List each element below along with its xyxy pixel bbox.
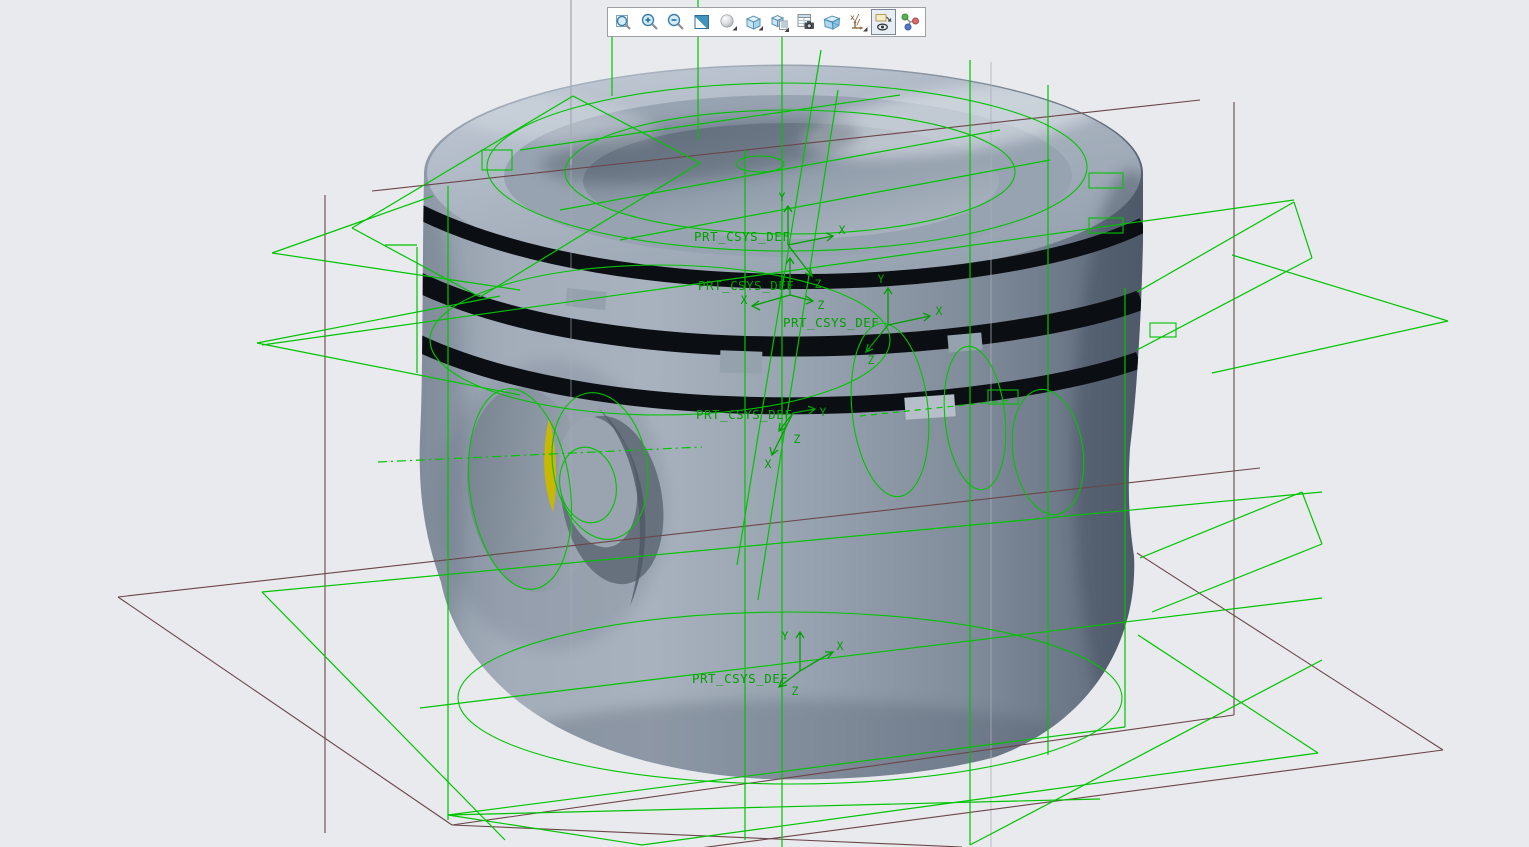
axis-letter-y: Y bbox=[782, 629, 789, 643]
zoom-out-icon bbox=[665, 11, 687, 33]
view-manager-icon bbox=[769, 11, 791, 33]
axis-letter-z: Z bbox=[815, 277, 822, 291]
perspective-view-icon bbox=[821, 11, 843, 33]
annotation-display-button[interactable] bbox=[871, 9, 896, 35]
axis-letter-x: X bbox=[839, 223, 846, 237]
axis-letter-z: Z bbox=[868, 353, 875, 367]
datum-display-filters-icon: x/ / bbox=[847, 11, 869, 33]
zoom-refit-button[interactable] bbox=[611, 9, 636, 35]
spin-center-button[interactable] bbox=[897, 9, 922, 35]
cad-graphics-area: { "app": { "name": "3D CAD graphics view… bbox=[0, 0, 1529, 847]
csys-label: PRT_CSYS_DEF bbox=[696, 407, 792, 422]
viewport-3d[interactable]: PRT_CSYS_DEF PRT_CSYS_DEF PRT_CSYS_DEF P… bbox=[0, 0, 1529, 847]
zoom-out-button[interactable] bbox=[663, 9, 688, 35]
graphics-toolbar: x/ / bbox=[607, 7, 926, 37]
spin-center-icon bbox=[899, 11, 921, 33]
zoom-in-icon bbox=[639, 11, 661, 33]
axis-letter-z: Z bbox=[792, 684, 799, 698]
csys-label: PRT_CSYS_DEF bbox=[694, 229, 790, 244]
saved-views-icon bbox=[743, 11, 765, 33]
axis-letter-x: X bbox=[765, 457, 772, 471]
axis-letter-x: X bbox=[936, 304, 943, 318]
axis-letter-z: Z bbox=[818, 298, 825, 312]
csys-label: PRT_CSYS_DEF bbox=[783, 315, 879, 330]
capture-image-icon bbox=[795, 11, 817, 33]
display-style-icon bbox=[717, 11, 739, 33]
axis-letter-x: X bbox=[837, 639, 844, 653]
axis-letter-y: Y bbox=[878, 272, 885, 286]
zoom-in-button[interactable] bbox=[637, 9, 662, 35]
svg-text:/: / bbox=[856, 18, 861, 27]
capture-image-button[interactable] bbox=[793, 9, 818, 35]
display-style-button[interactable] bbox=[715, 9, 740, 35]
repaint-icon bbox=[691, 11, 713, 33]
zoom-refit-icon bbox=[613, 11, 635, 33]
axis-letter-y: Y bbox=[779, 190, 786, 204]
axis-letter-y: Y bbox=[820, 405, 827, 419]
axis-letter-x: X bbox=[741, 293, 748, 307]
csys-label: PRT_CSYS_DEF bbox=[692, 671, 788, 686]
view-manager-button[interactable] bbox=[767, 9, 792, 35]
saved-views-button[interactable] bbox=[741, 9, 766, 35]
repaint-button[interactable] bbox=[689, 9, 714, 35]
perspective-view-button[interactable] bbox=[819, 9, 844, 35]
annotation-display-icon bbox=[873, 11, 895, 33]
csys-label: PRT_CSYS_DEF bbox=[698, 278, 794, 293]
datum-display-filters-button[interactable]: x/ / bbox=[845, 9, 870, 35]
axis-letter-z: Z bbox=[794, 432, 801, 446]
